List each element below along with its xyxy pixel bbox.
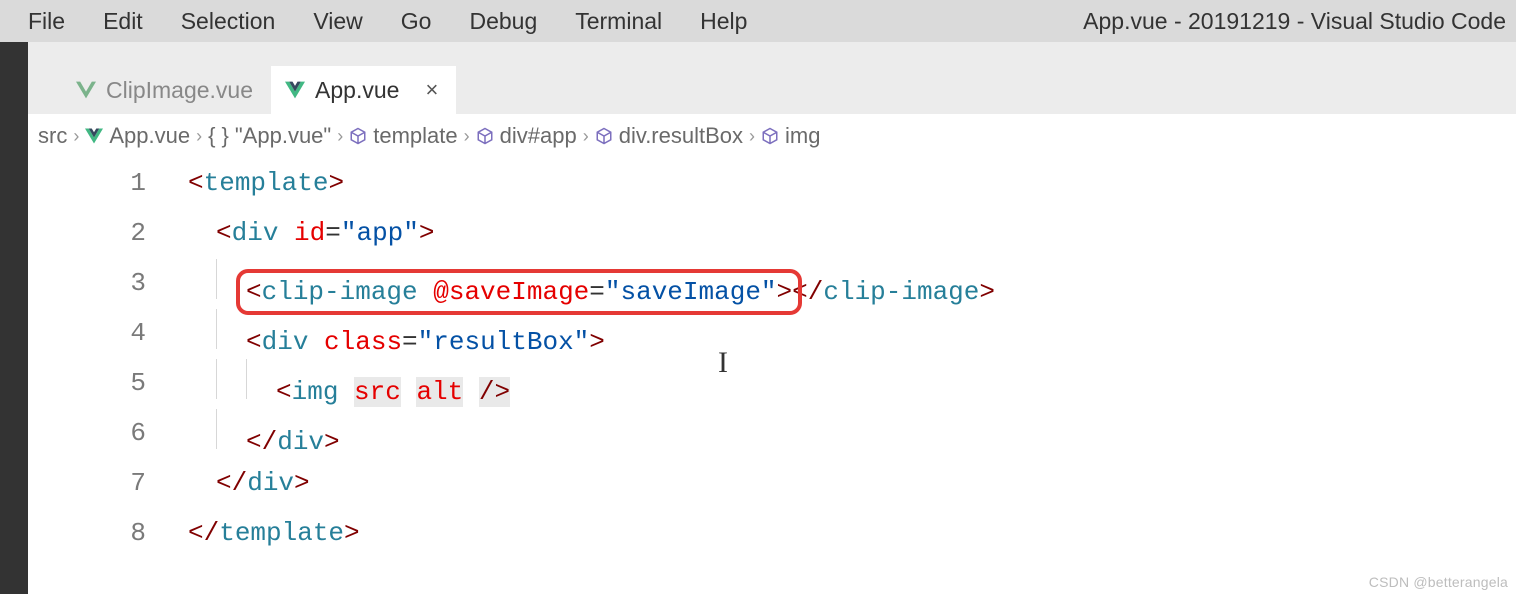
- code-editor[interactable]: 1<template>2<div id="app">3<clip-image @…: [28, 158, 1516, 594]
- chevron-right-icon: ›: [583, 126, 589, 147]
- chevron-right-icon: ›: [73, 126, 79, 147]
- chevron-right-icon: ›: [196, 126, 202, 147]
- vue-file-icon: [85, 128, 103, 144]
- code-content[interactable]: <div class="resultBox">: [188, 309, 605, 357]
- crumb-src[interactable]: src: [38, 123, 67, 149]
- line-number: 3: [28, 268, 188, 298]
- chevron-right-icon: ›: [337, 126, 343, 147]
- cube-icon: [476, 127, 494, 145]
- menu-help[interactable]: Help: [700, 8, 747, 35]
- crumb-file[interactable]: App.vue: [85, 123, 190, 149]
- cube-icon: [595, 127, 613, 145]
- crumb-divapp[interactable]: div#app: [476, 123, 577, 149]
- menu-go[interactable]: Go: [401, 8, 432, 35]
- code-line[interactable]: 8</template>: [28, 508, 1516, 558]
- code-line[interactable]: 3<clip-image @saveImage="saveImage"></cl…: [28, 258, 1516, 308]
- code-line[interactable]: 5<img src alt />: [28, 358, 1516, 408]
- code-line[interactable]: 2<div id="app">: [28, 208, 1516, 258]
- menu-file[interactable]: File: [28, 8, 65, 35]
- menu-debug[interactable]: Debug: [469, 8, 537, 35]
- tab-label: ClipImage.vue: [106, 77, 253, 104]
- braces-icon: { }: [208, 123, 229, 149]
- cube-icon: [349, 127, 367, 145]
- line-number: 4: [28, 318, 188, 348]
- activity-bar[interactable]: [0, 42, 28, 594]
- window-title: App.vue - 20191219 - Visual Studio Code: [1083, 8, 1516, 35]
- code-line[interactable]: 6</div>: [28, 408, 1516, 458]
- code-content[interactable]: </div>: [188, 409, 340, 457]
- line-number: 5: [28, 368, 188, 398]
- crumb-resultbox[interactable]: div.resultBox: [595, 123, 743, 149]
- code-content[interactable]: </template>: [188, 518, 360, 548]
- code-content[interactable]: <clip-image @saveImage="saveImage"></cli…: [188, 259, 995, 307]
- code-line[interactable]: 7</div>: [28, 458, 1516, 508]
- tab-clipimage[interactable]: ClipImage.vue: [62, 66, 271, 114]
- crumb-img[interactable]: img: [761, 123, 820, 149]
- code-content[interactable]: <img src alt />: [188, 359, 510, 407]
- watermark: CSDN @betterangela: [1369, 574, 1508, 590]
- menu-selection[interactable]: Selection: [181, 8, 276, 35]
- crumb-scope[interactable]: { } "App.vue": [208, 123, 331, 149]
- close-icon[interactable]: ×: [425, 77, 438, 103]
- line-number: 2: [28, 218, 188, 248]
- code-content[interactable]: <div id="app">: [188, 218, 434, 248]
- menu-terminal[interactable]: Terminal: [575, 8, 662, 35]
- line-number: 8: [28, 518, 188, 548]
- code-line[interactable]: 4<div class="resultBox">: [28, 308, 1516, 358]
- crumb-template[interactable]: template: [349, 123, 457, 149]
- code-line[interactable]: 1<template>: [28, 158, 1516, 208]
- tab-app[interactable]: App.vue ×: [271, 66, 456, 114]
- menu-edit[interactable]: Edit: [103, 8, 143, 35]
- tab-label: App.vue: [315, 77, 399, 104]
- menu-view[interactable]: View: [313, 8, 362, 35]
- chevron-right-icon: ›: [749, 126, 755, 147]
- breadcrumb[interactable]: src › App.vue › { } "App.vue" › template…: [28, 114, 1516, 158]
- code-content[interactable]: <template>: [188, 168, 344, 198]
- line-number: 1: [28, 168, 188, 198]
- vue-file-icon: [285, 81, 305, 99]
- chevron-right-icon: ›: [464, 126, 470, 147]
- vue-file-icon: [76, 81, 96, 99]
- cube-icon: [761, 127, 779, 145]
- code-content[interactable]: </div>: [188, 468, 310, 498]
- menu-bar: File Edit Selection View Go Debug Termin…: [0, 0, 1516, 42]
- line-number: 6: [28, 418, 188, 448]
- line-number: 7: [28, 468, 188, 498]
- editor-tabs: ClipImage.vue App.vue ×: [28, 42, 1516, 114]
